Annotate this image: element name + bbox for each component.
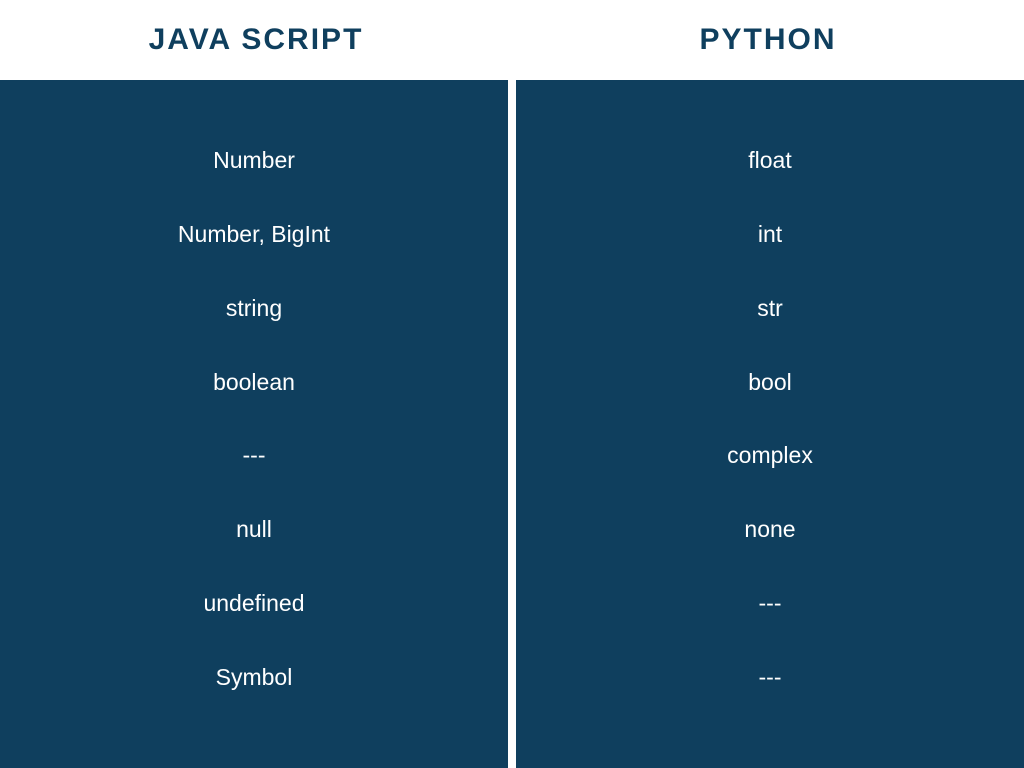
column-javascript: Number Number, BigInt string boolean ---… — [0, 80, 512, 768]
comparison-body: Number Number, BigInt string boolean ---… — [0, 80, 1024, 768]
table-cell: str — [757, 295, 783, 322]
header-cell-javascript: JAVA SCRIPT — [0, 0, 512, 80]
table-cell: undefined — [203, 590, 304, 617]
table-cell: Number, BigInt — [178, 221, 330, 248]
header-row: JAVA SCRIPT PYTHON — [0, 0, 1024, 80]
table-cell: Number — [213, 147, 295, 174]
table-cell: --- — [243, 442, 266, 469]
table-cell: int — [758, 221, 782, 248]
table-cell: null — [236, 516, 272, 543]
column-python: float int str bool complex none --- --- — [512, 80, 1024, 768]
table-cell: Symbol — [216, 664, 293, 691]
table-cell: complex — [727, 442, 813, 469]
table-cell: --- — [759, 664, 782, 691]
table-cell: string — [226, 295, 282, 322]
table-cell: --- — [759, 590, 782, 617]
table-cell: boolean — [213, 369, 295, 396]
table-cell: bool — [748, 369, 791, 396]
header-javascript: JAVA SCRIPT — [149, 23, 364, 57]
header-cell-python: PYTHON — [512, 0, 1024, 80]
table-cell: none — [744, 516, 795, 543]
table-cell: float — [748, 147, 791, 174]
header-python: PYTHON — [699, 23, 836, 57]
